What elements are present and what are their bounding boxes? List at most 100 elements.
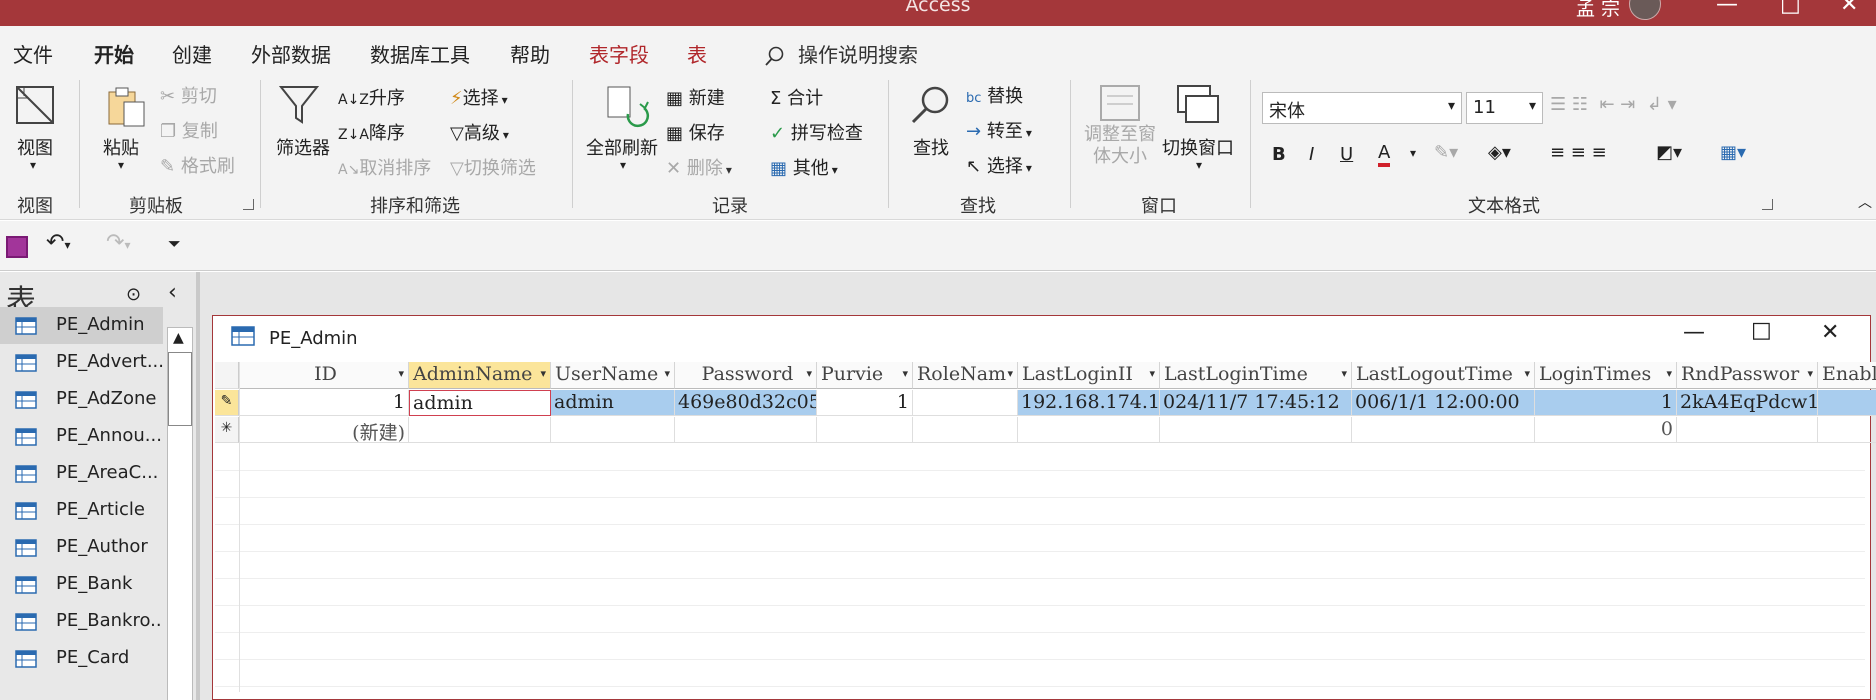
new-row-cell[interactable]: (新建) <box>239 417 409 443</box>
gridlines-icon[interactable]: ▦▾ <box>1720 142 1746 163</box>
table-cell[interactable]: 1 <box>817 390 913 416</box>
column-header[interactable]: LoginTimes ▾ <box>1535 362 1677 389</box>
advanced-filter-button[interactable]: ▽高级 ▾ <box>450 119 509 145</box>
new-row-cell[interactable] <box>1160 417 1352 443</box>
size-to-fit-button[interactable]: 调整至窗体大小 <box>1084 124 1156 168</box>
nav-item[interactable]: PE_Admin <box>0 307 163 344</box>
sort-descending-button[interactable]: Z↓A降序 <box>338 119 405 145</box>
new-record-selector[interactable]: ✳ <box>215 417 239 443</box>
column-header[interactable]: Purvie ▾ <box>817 362 913 389</box>
column-header[interactable]: LastLogoutTime ▾ <box>1352 362 1535 389</box>
close-icon[interactable]: ✕ <box>1840 0 1858 17</box>
new-row-cell[interactable] <box>1352 417 1535 443</box>
nav-item[interactable]: PE_AdZone <box>0 381 163 418</box>
tell-me-search[interactable]: 操作说明搜索 <box>764 39 918 68</box>
new-row-cell[interactable] <box>817 417 913 443</box>
filter-button[interactable]: 筛选器 <box>276 134 330 160</box>
new-row-cell[interactable] <box>675 417 817 443</box>
tab-help[interactable]: 帮助 <box>510 39 550 68</box>
new-row-cell[interactable] <box>1818 417 1876 443</box>
nav-scrollbar[interactable]: ▲ <box>167 327 193 700</box>
tab-database-tools[interactable]: 数据库工具 <box>370 39 470 68</box>
column-dropdown-icon[interactable]: ▾ <box>398 367 404 380</box>
collapse-nav-icon[interactable]: ‹ <box>168 280 177 305</box>
nav-item[interactable]: PE_Author <box>0 529 163 566</box>
bold-button[interactable]: B <box>1272 144 1286 165</box>
toggle-filter-button[interactable]: ▽切换筛选 <box>450 154 536 180</box>
table-cell[interactable]: admin <box>409 390 551 416</box>
sort-ascending-button[interactable]: A↓Z升序 <box>338 84 405 110</box>
column-dropdown-icon[interactable]: ▾ <box>1666 367 1672 380</box>
clear-sort-button[interactable]: A↘取消排序 <box>338 154 431 180</box>
paste-button[interactable]: 粘贴 <box>103 134 139 160</box>
new-row-cell[interactable] <box>551 417 675 443</box>
refresh-all-button[interactable]: 全部刷新 <box>586 134 658 160</box>
column-dropdown-icon[interactable]: ▾ <box>1149 367 1155 380</box>
replace-button[interactable]: bc 替换 <box>966 82 1023 108</box>
minimize-icon[interactable]: — <box>1716 0 1738 17</box>
scroll-up-icon[interactable]: ▲ <box>173 330 184 346</box>
minimize-window-icon[interactable]: — <box>1683 320 1705 345</box>
totals-button[interactable]: Σ 合计 <box>770 84 823 110</box>
collapse-ribbon-icon[interactable]: ︿ <box>1858 192 1872 212</box>
find-button[interactable]: 查找 <box>913 134 949 160</box>
new-row-cell[interactable]: 0 <box>1535 417 1677 443</box>
nav-item[interactable]: PE_Article <box>0 492 163 529</box>
underline-button[interactable]: U <box>1340 144 1353 165</box>
nav-options-icon[interactable]: ⊙ <box>126 284 141 305</box>
format-painter-button[interactable]: ✎ 格式刷 <box>160 152 235 178</box>
font-size-select[interactable]: 11 ▾ <box>1466 92 1543 124</box>
selection-filter-button[interactable]: ⚡选择 ▾ <box>450 84 508 110</box>
new-row-cell[interactable] <box>409 417 551 443</box>
column-header[interactable]: AdminName ▾ <box>409 362 551 389</box>
column-header[interactable]: Enable <box>1818 362 1876 389</box>
user-name[interactable]: 孟 宗 <box>1576 0 1620 21</box>
column-dropdown-icon[interactable]: ▾ <box>902 367 908 380</box>
copy-button[interactable]: ❐ 复制 <box>160 117 218 143</box>
table-cell[interactable]: 1 <box>239 390 409 416</box>
nav-item[interactable]: PE_Annou... <box>0 418 163 455</box>
view-button[interactable]: 视图 <box>17 134 53 160</box>
customize-toolbar-icon[interactable]: ⏷ <box>168 234 181 254</box>
paste-dropdown-icon[interactable]: ▾ <box>118 158 124 172</box>
cut-button[interactable]: ✂ 剪切 <box>160 82 217 108</box>
column-dropdown-icon[interactable]: ▾ <box>1524 367 1530 380</box>
tab-external-data[interactable]: 外部数据 <box>251 39 331 68</box>
save-icon[interactable] <box>6 236 28 258</box>
font-name-select[interactable]: 宋体 ▾ <box>1262 92 1462 124</box>
new-row-cell[interactable] <box>1018 417 1160 443</box>
new-row-cell[interactable] <box>1677 417 1818 443</box>
column-header[interactable]: ID ▾ <box>239 362 409 389</box>
new-row-cell[interactable] <box>913 417 1018 443</box>
tab-table-fields[interactable]: 表字段 <box>589 39 649 68</box>
tab-create[interactable]: 创建 <box>172 39 212 68</box>
column-dropdown-icon[interactable]: ▾ <box>1807 367 1813 380</box>
undo-icon[interactable]: ↶▾ <box>46 230 70 255</box>
column-header[interactable]: LastLoginTime ▾ <box>1160 362 1352 389</box>
nav-item[interactable]: PE_AreaC... <box>0 455 163 492</box>
tab-table[interactable]: 表 <box>687 39 707 68</box>
maximize-window-icon[interactable]: □ <box>1751 318 1772 343</box>
nav-item[interactable]: PE_Bankro... <box>0 603 163 640</box>
close-window-icon[interactable]: ✕ <box>1821 320 1839 345</box>
table-cell[interactable]: 024/11/7 17:45:12 <box>1160 390 1352 416</box>
tab-file[interactable]: 文件 <box>13 39 53 68</box>
column-dropdown-icon[interactable]: ▾ <box>1341 367 1347 380</box>
spelling-button[interactable]: ✓ 拼写检查 <box>770 119 863 145</box>
refresh-dropdown-icon[interactable]: ▾ <box>620 158 626 172</box>
table-cell[interactable] <box>913 390 1018 416</box>
column-dropdown-icon[interactable]: ▾ <box>806 367 812 380</box>
alternate-row-color-icon[interactable]: ◩▾ <box>1656 142 1682 163</box>
select-all-corner[interactable] <box>215 362 239 389</box>
table-cell[interactable]: admin <box>551 390 675 416</box>
tab-home[interactable]: 开始 <box>94 39 134 77</box>
font-color-button[interactable]: A <box>1378 142 1391 167</box>
select-button[interactable]: ↖ 选择 ▾ <box>966 152 1032 178</box>
record-selector[interactable]: ✎ <box>215 390 239 416</box>
new-record-button[interactable]: ▦ 新建 <box>666 84 725 110</box>
nav-item[interactable]: PE_Card <box>0 640 163 677</box>
column-dropdown-icon[interactable]: ▾ <box>664 367 670 380</box>
clipboard-launcher-icon[interactable] <box>243 199 254 210</box>
column-header[interactable]: LastLoginII ▾ <box>1018 362 1160 389</box>
table-cell[interactable] <box>1818 390 1876 416</box>
